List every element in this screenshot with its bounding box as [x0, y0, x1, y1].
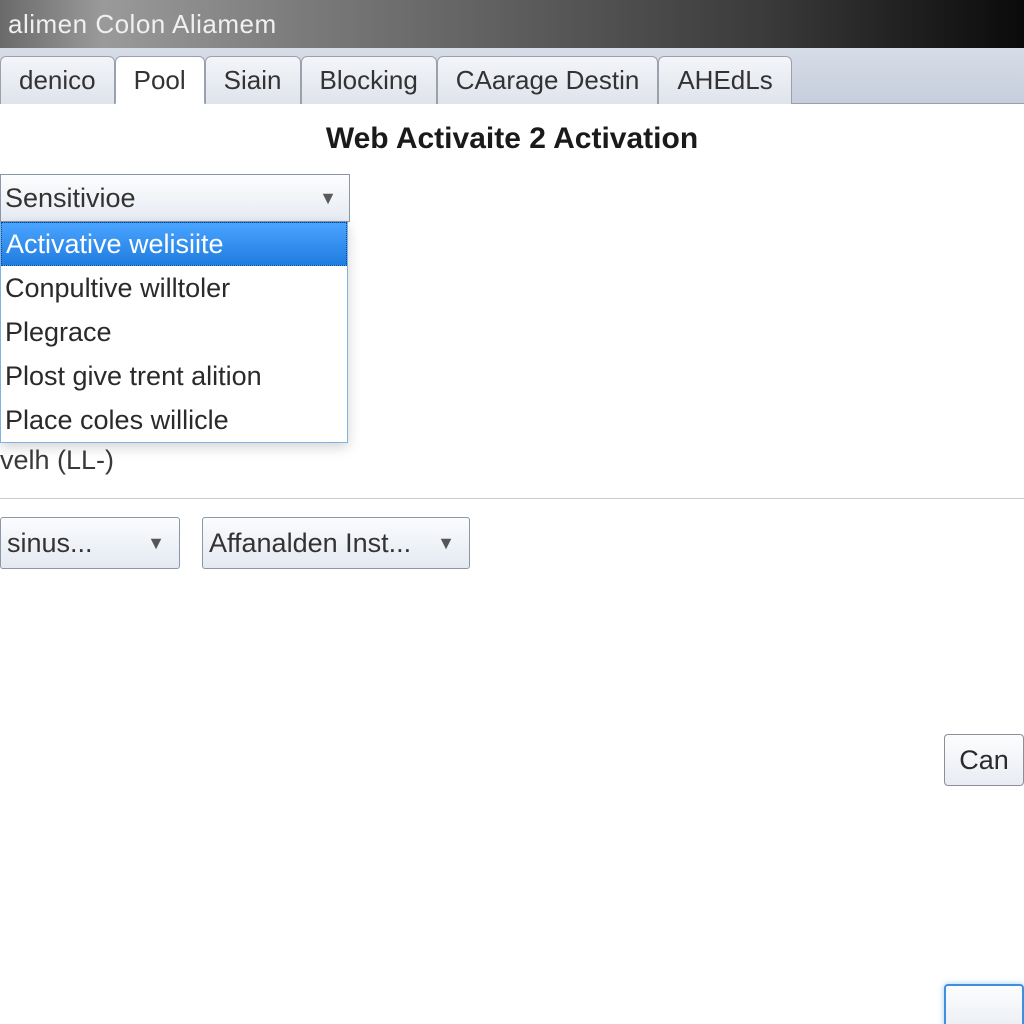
page-title: Web Activaite 2 Activation: [0, 122, 1024, 156]
tab-content-pool: Web Activaite 2 Activation Sensitivioe ▼…: [0, 104, 1024, 569]
sinus-combo-value: sinus...: [7, 528, 93, 559]
combo-item-plost-give-trent-alition[interactable]: Plost give trent alition: [1, 354, 347, 398]
combo-item-plegrace[interactable]: Plegrace: [1, 310, 347, 354]
velh-label: velh (LL-): [0, 445, 1024, 476]
cancel-button[interactable]: Can: [944, 734, 1024, 786]
sensitivity-combo-button[interactable]: Sensitivioe ▼: [0, 174, 350, 222]
tab-pool[interactable]: Pool: [115, 56, 205, 104]
chevron-down-icon: ▼: [437, 533, 455, 554]
content-area: Web Activaite 2 Activation Sensitivioe ▼…: [0, 104, 1024, 1024]
window-title: alimen Colon Aliamem: [8, 9, 277, 40]
tab-siain[interactable]: Siain: [205, 56, 301, 104]
chevron-down-icon: ▼: [319, 188, 337, 209]
chevron-down-icon: ▼: [147, 533, 165, 554]
tab-denico[interactable]: denico: [0, 56, 115, 104]
ok-button[interactable]: [944, 984, 1024, 1024]
sinus-combo[interactable]: sinus... ▼: [0, 517, 180, 569]
combo-item-place-coles-willicle[interactable]: Place coles willicle: [1, 398, 347, 442]
tab-caarage-destin[interactable]: CAarage Destin: [437, 56, 659, 104]
secondary-combo-row: sinus... ▼ Affanalden Inst... ▼: [0, 517, 1024, 569]
combo-item-activative-websiite[interactable]: Activative welisiite: [1, 222, 347, 266]
divider: [0, 498, 1024, 499]
tab-ahedls[interactable]: AHEdLs: [658, 56, 791, 104]
tab-strip: denico Pool Siain Blocking CAarage Desti…: [0, 48, 1024, 104]
tab-blocking[interactable]: Blocking: [301, 56, 437, 104]
affanalden-combo-value: Affanalden Inst...: [209, 528, 411, 559]
combo-item-conpultive-willtoler[interactable]: Conpultive willtoler: [1, 266, 347, 310]
window-titlebar: alimen Colon Aliamem: [0, 0, 1024, 48]
sensitivity-combo-list: Activative welisiite Conpultive willtole…: [0, 222, 348, 443]
sensitivity-combo-value: Sensitivioe: [5, 183, 136, 214]
affanalden-combo[interactable]: Affanalden Inst... ▼: [202, 517, 470, 569]
sensitivity-combo: Sensitivioe ▼ Activative welisiite Conpu…: [0, 174, 350, 443]
